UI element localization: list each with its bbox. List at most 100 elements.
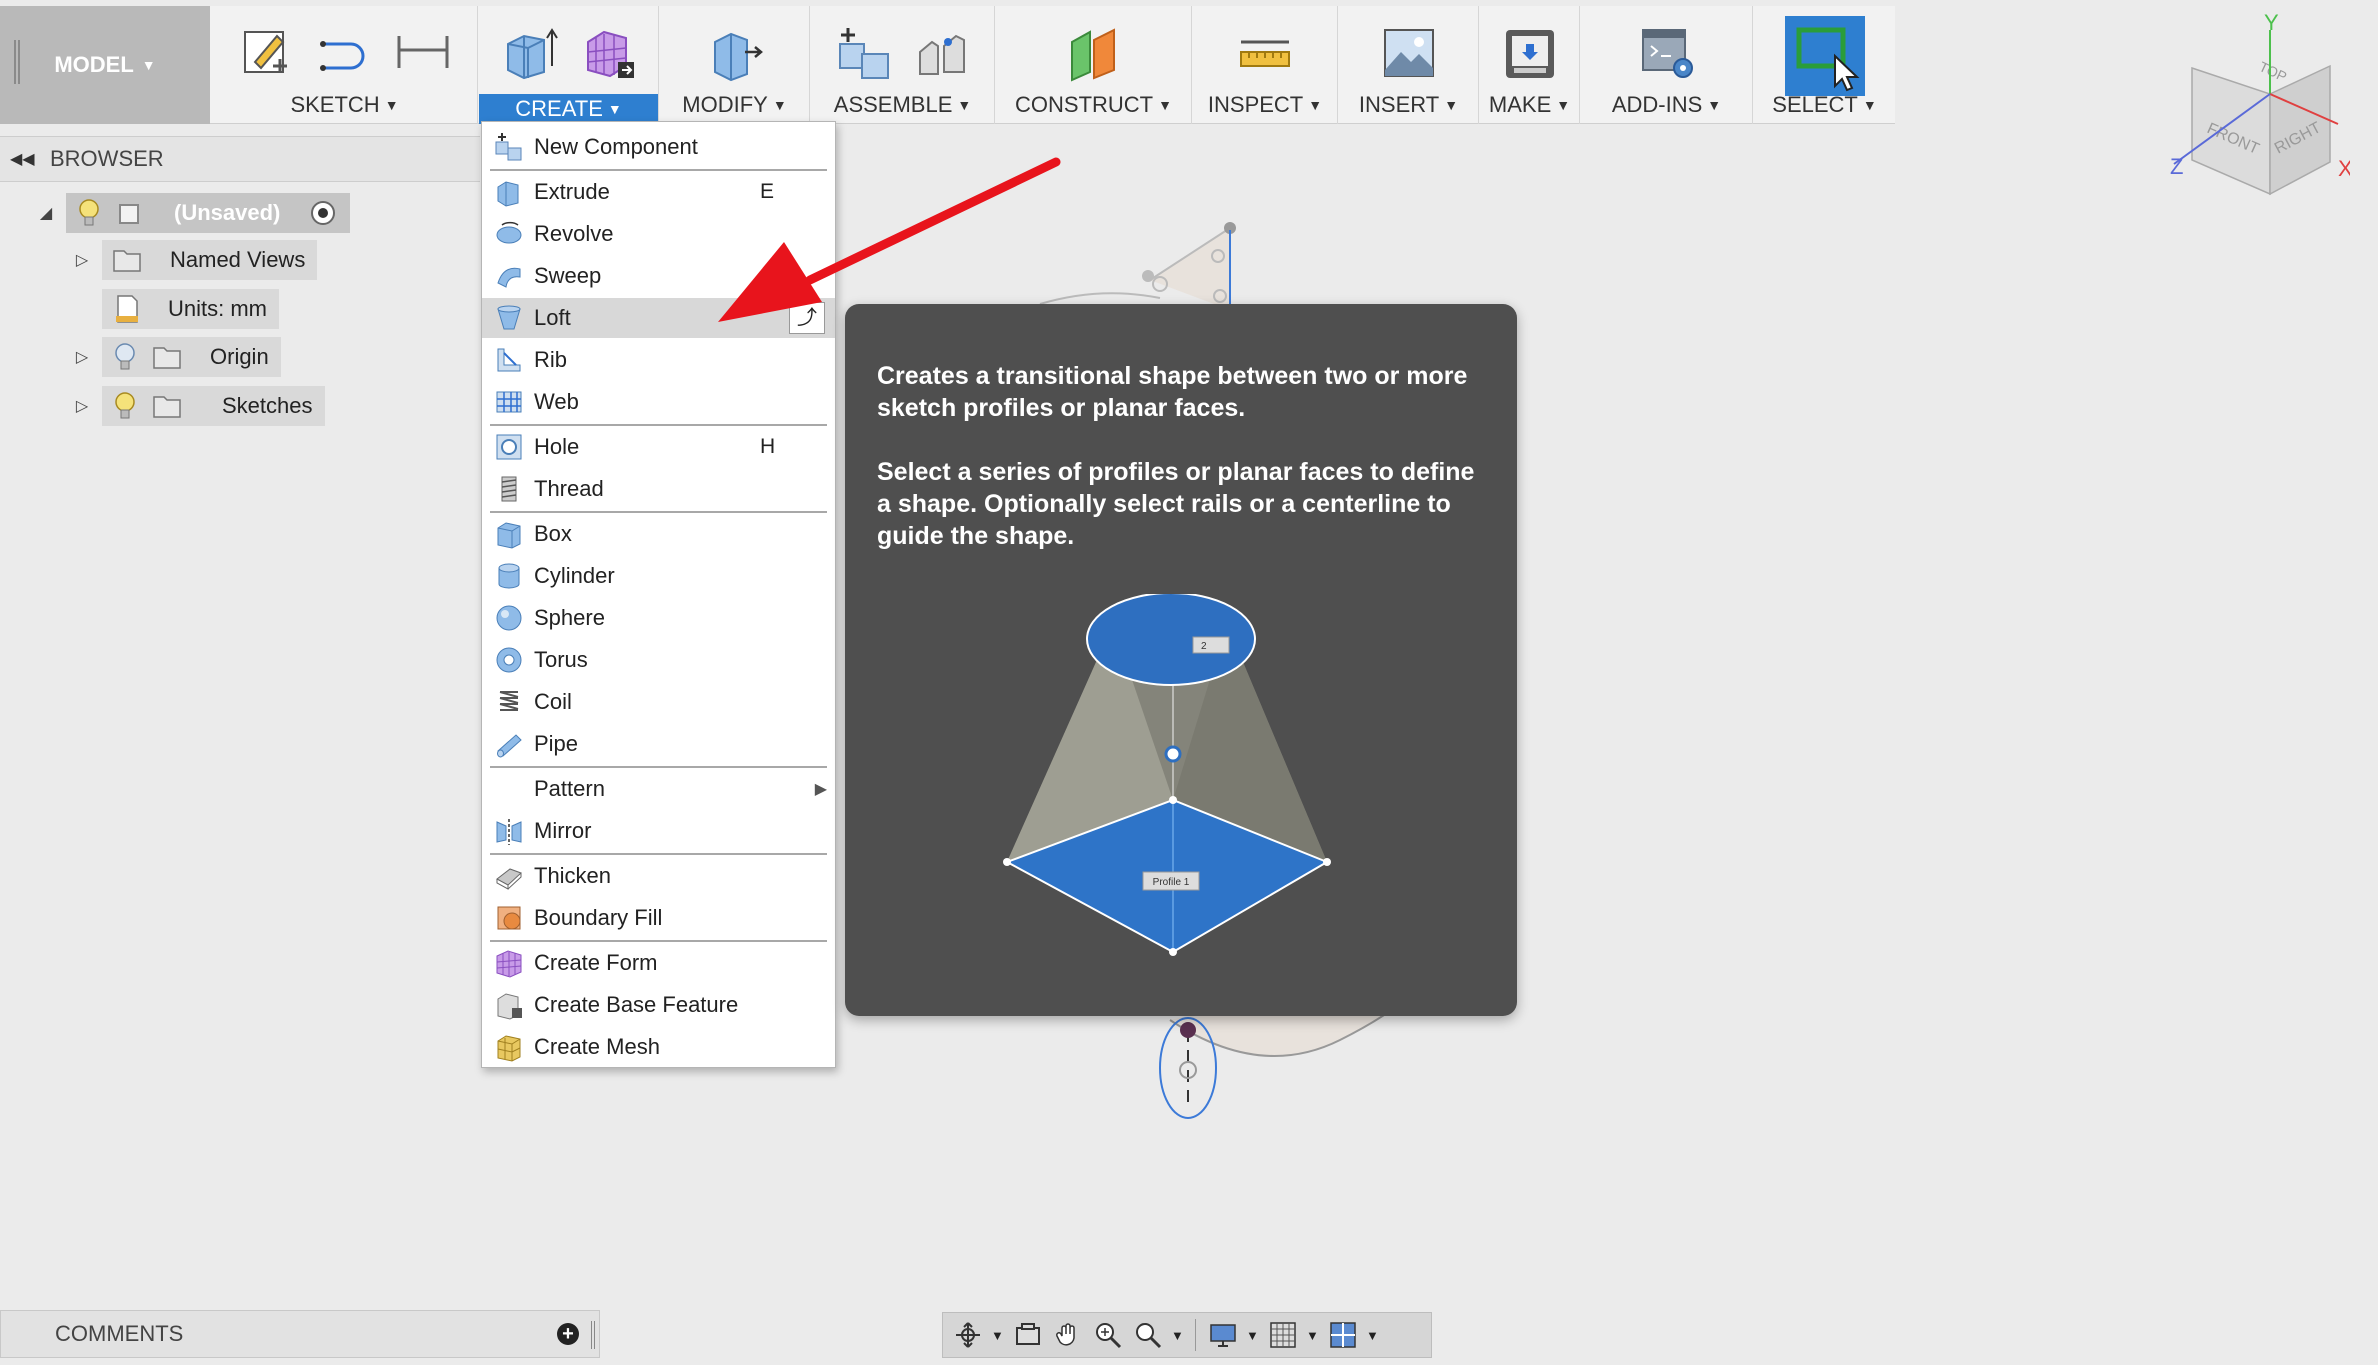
- menu-item-coil[interactable]: Coil: [482, 682, 835, 722]
- menu-item-thicken[interactable]: Thicken: [482, 856, 835, 896]
- tree-row-origin[interactable]: ▷ Origin: [62, 337, 281, 377]
- toolbar-group-construct[interactable]: CONSTRUCT ▼: [996, 6, 1192, 124]
- tooltip-instructions: Select a series of profiles or planar fa…: [877, 458, 1475, 550]
- tree-row-sketches[interactable]: ▷ Sketches: [62, 386, 325, 426]
- scripts-addins-icon[interactable]: [1637, 22, 1697, 82]
- measure-icon[interactable]: [1235, 22, 1295, 82]
- toolbar-group-select[interactable]: SELECT ▼: [1754, 6, 1895, 124]
- fit-zoom-icon[interactable]: [1131, 1318, 1165, 1352]
- toolbar-group-make[interactable]: MAKE ▼: [1480, 6, 1580, 124]
- menu-item-label: New Component: [534, 134, 698, 159]
- boundary-fill-icon: [497, 906, 521, 930]
- menu-item-hole[interactable]: Hole H: [482, 427, 835, 467]
- menu-item-cylinder[interactable]: Cylinder: [482, 556, 835, 596]
- sketch-line-icon[interactable]: [315, 22, 375, 82]
- tree-row-root[interactable]: ◢ (Unsaved): [26, 193, 351, 233]
- sweep-icon: [497, 267, 521, 288]
- loft-tooltip: Creates a transitional shape between two…: [845, 304, 1517, 1016]
- toolbar-group-insert[interactable]: INSERT ▼: [1339, 6, 1479, 124]
- toolbar-group-add-ins[interactable]: ADD-INS ▼: [1581, 6, 1753, 124]
- menu-item-torus[interactable]: Torus: [482, 640, 835, 680]
- menu-item-box[interactable]: Box: [482, 514, 835, 554]
- tree-node-sketches[interactable]: Sketches: [102, 386, 325, 426]
- folder-icon: [113, 250, 141, 272]
- insert-image-icon[interactable]: [1379, 22, 1439, 82]
- panel-grip[interactable]: [591, 1321, 595, 1349]
- collapsed-triangle-icon[interactable]: ▷: [62, 396, 102, 416]
- joint-icon[interactable]: [912, 22, 972, 82]
- menu-item-label: Thicken: [534, 863, 612, 888]
- pan-icon[interactable]: [1051, 1318, 1085, 1352]
- tree-node-label: Named Views: [170, 247, 306, 272]
- lightbulb-icon[interactable]: [76, 198, 102, 228]
- chevron-down-icon[interactable]: ▼: [1246, 1328, 1260, 1343]
- orbit-icon[interactable]: [951, 1318, 985, 1352]
- tree-node-named-views[interactable]: Named Views: [102, 240, 318, 280]
- revolve-icon: [496, 221, 522, 244]
- create-sketch-icon[interactable]: [237, 22, 297, 82]
- extrude-icon[interactable]: [500, 22, 560, 82]
- menu-item-pattern[interactable]: Pattern ▶: [482, 769, 835, 809]
- create-form-icon[interactable]: [578, 22, 638, 82]
- collapsed-triangle-icon[interactable]: ▷: [62, 347, 102, 367]
- x-axis-label: X: [2338, 156, 2350, 181]
- menu-item-label: Pipe: [534, 731, 579, 756]
- lightbulb-off-icon[interactable]: [112, 342, 138, 372]
- tree-node-origin[interactable]: Origin: [102, 337, 281, 377]
- menu-item-label: Web: [534, 389, 579, 414]
- menu-item-create-mesh[interactable]: Create Mesh: [482, 1027, 835, 1067]
- mirror-icon: [496, 819, 522, 845]
- menu-item-rib[interactable]: Rib: [482, 340, 835, 380]
- new-component-icon[interactable]: [834, 22, 894, 82]
- menu-item-create-base-feature[interactable]: Create Base Feature: [482, 985, 835, 1025]
- chevron-down-icon[interactable]: ▼: [1366, 1328, 1380, 1343]
- add-comment-icon[interactable]: +: [557, 1323, 579, 1345]
- tree-row-units[interactable]: Units: mm: [62, 289, 279, 329]
- workspace-switcher[interactable]: MODEL ▼: [0, 6, 210, 124]
- press-pull-icon[interactable]: [705, 22, 765, 82]
- loft-icon: [497, 305, 521, 330]
- look-at-icon[interactable]: [1011, 1318, 1045, 1352]
- lightbulb-icon[interactable]: [112, 391, 138, 421]
- collapse-icon[interactable]: ◀◀: [10, 149, 50, 169]
- toolbar-group-sketch[interactable]: SKETCH ▼: [212, 6, 478, 124]
- menu-item-label: Cylinder: [534, 563, 615, 588]
- 3d-print-icon[interactable]: [1500, 22, 1560, 82]
- comments-panel[interactable]: COMMENTS +: [0, 1310, 600, 1358]
- menu-item-pipe[interactable]: Pipe: [482, 724, 835, 764]
- expanded-triangle-icon[interactable]: ◢: [26, 203, 66, 223]
- profile-label-2: 2: [1201, 641, 1207, 652]
- workspace-label: MODEL: [54, 52, 134, 77]
- menu-item-mirror[interactable]: Mirror: [482, 811, 835, 851]
- sketch-dimension-icon[interactable]: [393, 22, 453, 82]
- browser-panel-header[interactable]: ◀◀ BROWSER: [0, 136, 480, 182]
- toolbar-grip[interactable]: [14, 40, 20, 84]
- offset-plane-icon[interactable]: [1064, 22, 1124, 82]
- grid-settings-icon[interactable]: [1266, 1318, 1300, 1352]
- zoom-icon[interactable]: [1091, 1318, 1125, 1352]
- toolbar-group-assemble[interactable]: ASSEMBLE ▼: [811, 6, 995, 124]
- tree-node-units[interactable]: Units: mm: [102, 289, 279, 329]
- view-cube[interactable]: TOP FRONT RIGHT Y X Z: [2150, 14, 2350, 214]
- viewports-icon[interactable]: [1326, 1318, 1360, 1352]
- chevron-down-icon[interactable]: ▼: [1171, 1328, 1185, 1343]
- menu-item-thread[interactable]: Thread: [482, 469, 835, 509]
- select-icon[interactable]: [1784, 16, 1865, 96]
- chevron-down-icon[interactable]: ▼: [991, 1328, 1005, 1343]
- activate-radio-icon[interactable]: [308, 198, 338, 228]
- chevron-down-icon[interactable]: ▼: [1306, 1328, 1320, 1343]
- menu-item-label: Thread: [534, 476, 604, 501]
- display-settings-icon[interactable]: [1206, 1318, 1240, 1352]
- menu-item-sphere[interactable]: Sphere: [482, 598, 835, 638]
- toolbar-group-modify[interactable]: MODIFY ▼: [660, 6, 810, 124]
- toolbar-group-inspect[interactable]: INSPECT ▼: [1193, 6, 1338, 124]
- menu-item-create-form[interactable]: Create Form: [482, 943, 835, 983]
- tree-node-root[interactable]: (Unsaved): [66, 193, 351, 233]
- menu-item-web[interactable]: Web: [482, 382, 835, 422]
- menu-item-boundary-fill[interactable]: Boundary Fill: [482, 898, 835, 938]
- toolbar-group-create[interactable]: CREATE ▼: [479, 6, 659, 124]
- toolbar-group-label: MODIFY: [682, 92, 768, 117]
- collapsed-triangle-icon[interactable]: ▷: [62, 250, 102, 270]
- menu-separator: [490, 853, 827, 855]
- tree-row-named-views[interactable]: ▷ Named Views: [62, 240, 318, 280]
